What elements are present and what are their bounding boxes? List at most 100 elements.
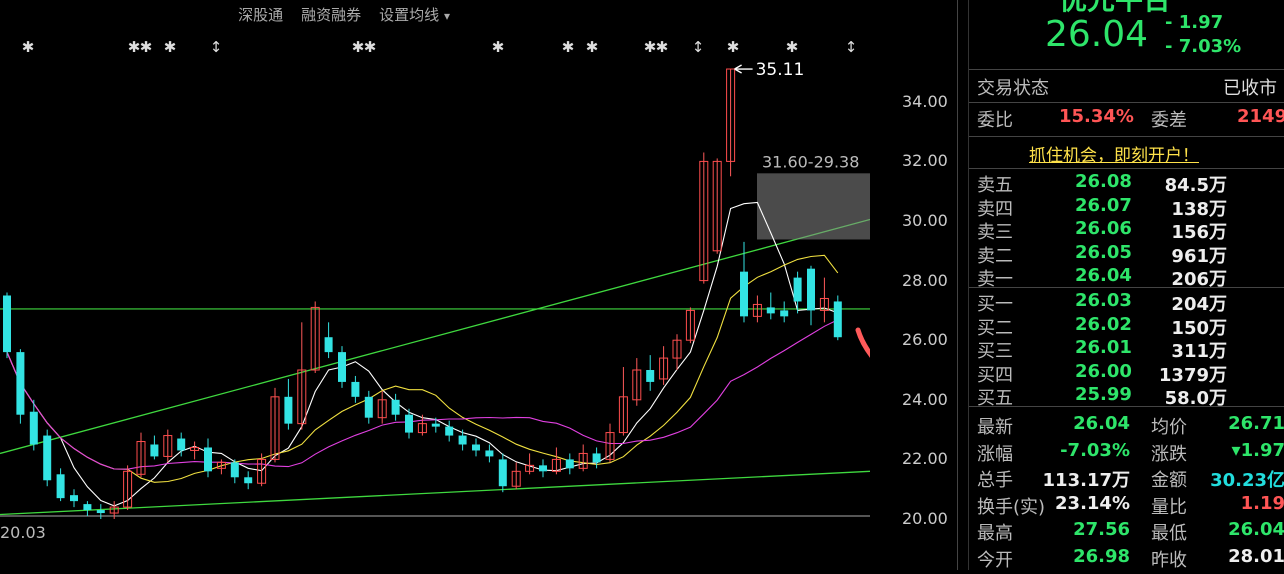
quote-panel: 优先平台 26.04 - 1.97 - 7.03% 交易状态 已收市 委比 15… (968, 0, 1284, 572)
bid-volume: 1379万 (1158, 364, 1227, 386)
stats-row: 今开 26.98 昨收 28.01 (969, 546, 1284, 572)
event-marker: ✱ (22, 38, 35, 56)
ask-row[interactable]: 卖一 26.04 206万 (969, 265, 1284, 290)
bottom-left-label: 20.03 (0, 523, 46, 542)
candle-body (244, 477, 253, 484)
candle-body (204, 447, 212, 472)
event-marker: ✱ (492, 38, 505, 56)
stat-label: 量比 (1151, 496, 1187, 518)
stat-value: 28.01 (1228, 545, 1284, 567)
y-tick-label: 30.00 (902, 211, 948, 230)
ma-settings-button[interactable]: 设置均线 ▾ (379, 4, 450, 28)
ma-settings-label: 设置均线 (379, 6, 440, 24)
candle-body (83, 504, 92, 511)
stat-label: 换手(实) (977, 496, 1046, 518)
stats-row: 最新 26.04 均价 26.71 (969, 413, 1284, 439)
stat-value: 1.19 (1240, 492, 1284, 514)
y-tick-label: 24.00 (902, 389, 948, 409)
bid-row[interactable]: 买五 25.99 58.0万 (969, 384, 1284, 409)
ma20-line (6, 319, 839, 470)
candles (3, 64, 842, 519)
candle-body (780, 310, 789, 317)
ask-label: 卖四 (977, 198, 1013, 220)
event-marker: ✱ (562, 38, 575, 56)
candle-body (177, 438, 186, 451)
y-tick-label: 34.00 (902, 91, 948, 111)
stat-value: ▾1.97 (1231, 439, 1284, 461)
promo-link[interactable]: 抓住机会，即刻开户！ (1029, 141, 1199, 166)
candle-body (833, 301, 842, 338)
ask-row[interactable]: 卖四 26.07 138万 (969, 194, 1284, 220)
candle-body (498, 459, 507, 487)
bid-price: 26.03 (1075, 290, 1132, 311)
rzrq-button[interactable]: 融资融券 (301, 4, 361, 28)
stats-row: 最高 27.56 最低 26.04 (969, 519, 1284, 545)
bid-row[interactable]: 买三 26.01 311万 (969, 337, 1284, 362)
ma10-line (6, 254, 839, 483)
bid-row[interactable]: 买一 26.03 204万 (969, 290, 1284, 315)
kline-svg[interactable]: ✱ ✱ ✱ ✱ ↕ ✱ ✱ ✱ ✱ ✱ ✱ ✱ ↕ ✱ ✱ ↕ 31.60-29.38 35.11 20.03 (0, 0, 1083, 570)
stat-value: 23.14% (1055, 492, 1130, 514)
ask-price: 26.04 (1075, 265, 1132, 286)
ask-price: 26.07 (1075, 194, 1132, 216)
quote-price: 26.04 (1045, 14, 1149, 55)
candle-body (592, 453, 601, 463)
stat-value: 26.71 (1228, 413, 1284, 434)
stat-label: 涨幅 (977, 443, 1013, 465)
bid-row[interactable]: 买二 26.02 150万 (969, 314, 1284, 339)
quote-change-pct: - 7.03% (1165, 36, 1242, 57)
candle-body (391, 399, 400, 415)
candle-body (351, 381, 360, 397)
ask-row[interactable]: 卖五 26.08 84.5万 (969, 171, 1284, 196)
panel-divider[interactable] (957, 0, 958, 570)
trend-lines (0, 218, 871, 516)
diff-label: 委差 (1151, 110, 1187, 131)
candle-body (16, 352, 25, 415)
ask-row[interactable]: 卖三 26.06 156万 (969, 218, 1284, 243)
quote-change: - 1.97 (1165, 12, 1224, 33)
event-marker: ↕ (692, 38, 705, 56)
candle-body (472, 444, 480, 451)
ask-row[interactable]: 卖二 26.05 961万 (969, 241, 1284, 267)
stat-value: 113.17万 (1042, 470, 1130, 491)
event-marker: ↕ (210, 38, 223, 56)
ask-label: 卖二 (977, 245, 1013, 267)
event-marker: ✱ (352, 38, 365, 56)
ask-price: 26.05 (1075, 241, 1132, 263)
bid-label: 买四 (977, 364, 1013, 386)
zone-label: 31.60-29.38 (762, 152, 859, 171)
stat-label: 最新 (977, 417, 1013, 438)
high-label: 35.11 (756, 60, 805, 80)
ratio-value: 15.34% (1059, 106, 1134, 127)
sgt-button[interactable]: 深股通 (238, 4, 283, 28)
price-axis: 34.00 32.00 30.00 28.00 26.00 24.00 22.00 20.00 (870, 0, 956, 570)
candle-body (766, 307, 775, 314)
chart-toolbar: 深股通 融资融券 设置均线 ▾ (238, 4, 450, 28)
event-marker: ✱ (164, 38, 177, 56)
price-zone (757, 173, 870, 240)
event-marker: ✱ (644, 38, 657, 56)
event-marker: ✱ (364, 38, 377, 56)
stats-row: 换手(实) 23.14% 量比 1.19 (969, 493, 1284, 519)
trend-line-lower (0, 470, 871, 516)
stat-value: 26.04 (1228, 519, 1284, 540)
event-marker: ✱ (586, 38, 599, 56)
ask-volume: 84.5万 (1164, 175, 1227, 196)
divider (969, 69, 1284, 70)
stat-label: 今开 (977, 549, 1013, 571)
event-marker: ↕ (845, 38, 858, 56)
y-tick-label: 20.00 (902, 509, 948, 528)
bid-row[interactable]: 买四 26.00 1379万 (969, 361, 1284, 386)
candle-body (364, 396, 373, 418)
candle-body (793, 277, 802, 302)
candle-body (445, 426, 454, 436)
stat-label: 总手 (977, 470, 1013, 491)
divider (969, 287, 1284, 288)
kline-chart[interactable]: ✱ ✱ ✱ ✱ ↕ ✱ ✱ ✱ ✱ ✱ ✱ ✱ ↕ ✱ ✱ ↕ 31.60-29.38 35.11 20.03… (0, 0, 1083, 570)
stat-value: 27.56 (1073, 519, 1130, 540)
ask-label: 卖三 (977, 222, 1013, 243)
stat-label: 金额 (1151, 470, 1187, 491)
chevron-down-icon: ▾ (443, 9, 450, 23)
event-marker: ✱ (656, 38, 669, 56)
bid-price: 25.99 (1075, 384, 1132, 405)
